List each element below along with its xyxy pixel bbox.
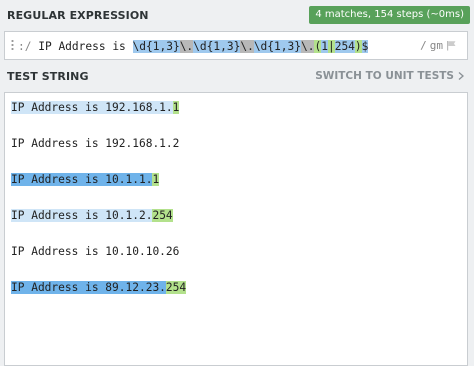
regex-token-end-anchor: $ [361,39,369,53]
match-group-highlight: 1 [172,101,180,114]
match-highlight: IP Address is 10.1.1. [11,173,153,186]
match-info-badge[interactable]: 4 matches, 154 steps (~0ms) [309,6,470,24]
chevron-right-icon [458,72,464,80]
match-group-highlight: 254 [152,209,173,222]
test-line-6: IP Address is 89.12.23.254 [11,280,187,296]
regex-token-alt-1: 1 [321,39,328,53]
match-highlight: IP Address is 10.1.2. [11,209,153,222]
test-line-2: IP Address is 192.168.1.2 [11,137,180,150]
regex-token-escaped-dot: \. [240,39,254,53]
regex-token-digit-group: \d{1,3} [253,39,301,53]
regex-flags[interactable]: / gm [420,39,457,52]
regex-token-pipe: | [327,39,335,53]
regex-flags-text[interactable]: gm [430,39,443,52]
switch-label: SWITCH TO UNIT TESTS [315,70,454,82]
regex-input[interactable]: :/ IP Address is \d{1,3} \. \d{1,3} \. \d{1,… [18,38,369,54]
regex-literal: IP Address is [38,39,133,53]
match-highlight: IP Address is 89.12.23. [11,281,166,294]
drag-handle-icon[interactable] [11,39,14,51]
regex-token-alt-254: 254 [334,39,355,53]
test-line-5: IP Address is 10.10.10.26 [11,245,180,258]
match-highlight: IP Address is 192.168.1. [11,101,173,114]
test-line-4: IP Address is 10.1.2.254 [11,208,173,224]
regex-section-title: REGULAR EXPRESSION [7,8,149,22]
test-line-1: IP Address is 192.168.1.1 [11,100,180,116]
regex-token-digit-group: \d{1,3} [193,39,241,53]
regex-input-box[interactable]: :/ IP Address is \d{1,3} \. \d{1,3} \. \d{1,… [4,31,468,60]
regex-close-delimiter: / [420,39,427,52]
regex-token-escaped-dot: \. [300,39,315,53]
regex-token-group-open: ( [314,39,322,53]
regex-token-escaped-dot: \. [179,39,194,53]
switch-to-unit-tests-link[interactable]: SWITCH TO UNIT TESTS [315,70,464,82]
flag-icon[interactable] [446,40,457,51]
regex-token-group-close: ) [354,39,362,53]
match-group-highlight: 1 [152,173,160,186]
test-section-title: TEST STRING [7,69,89,83]
test-string-header: TEST STRING SWITCH TO UNIT TESTS [0,64,474,88]
test-string-editor[interactable]: IP Address is 192.168.1.1 IP Address is … [4,92,468,366]
regex-open-delimiter: :/ [18,39,32,53]
test-line-3: IP Address is 10.1.1.1 [11,172,160,188]
match-group-highlight: 254 [165,281,187,294]
regex-header: REGULAR EXPRESSION 4 matches, 154 steps … [0,0,474,30]
regex-token-digit-group: \d{1,3} [132,39,180,53]
